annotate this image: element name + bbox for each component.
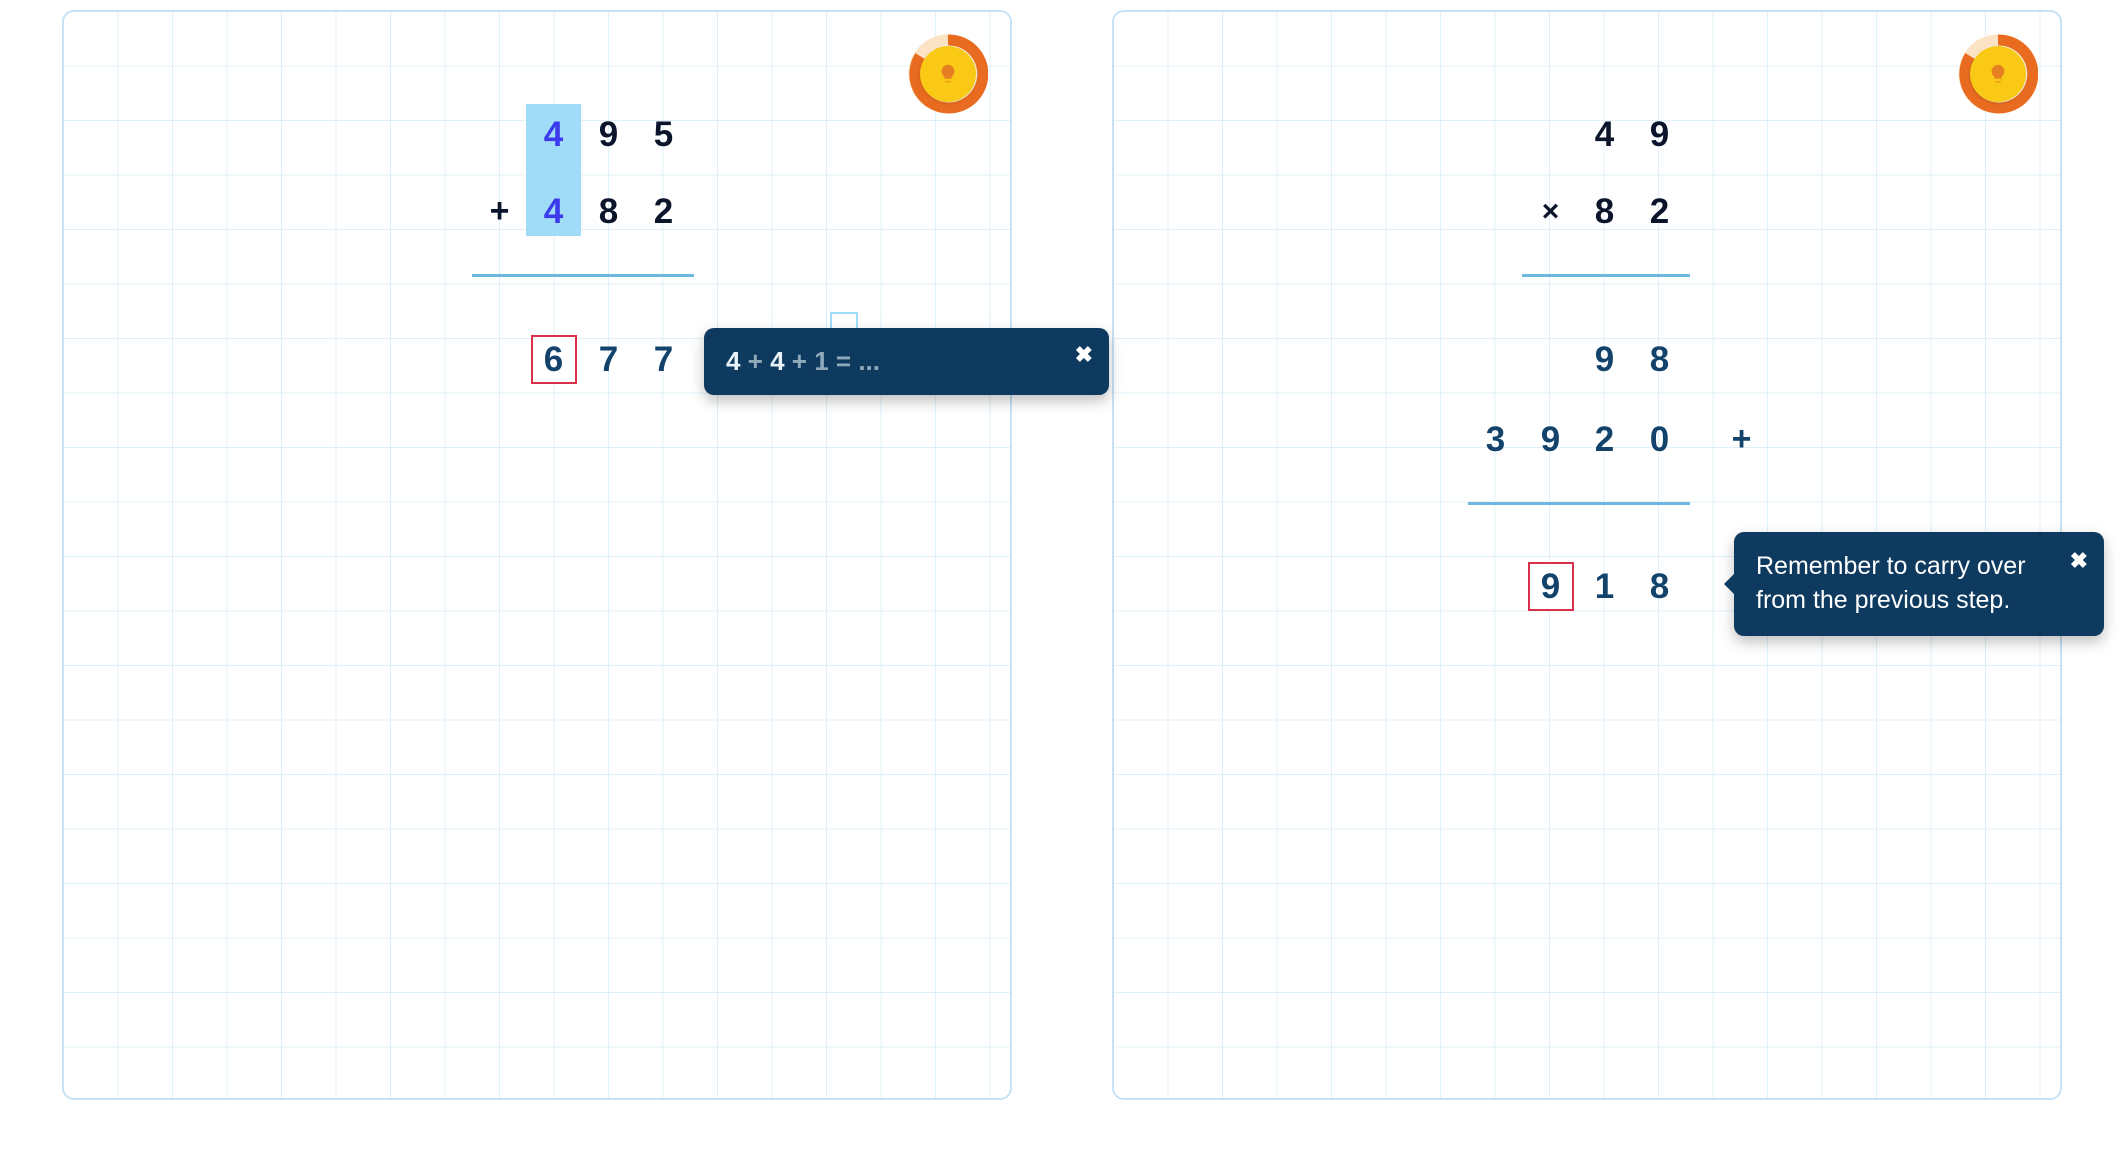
partial2-thousands: 3 xyxy=(1468,412,1523,467)
operand1-hundreds: 4 xyxy=(526,107,581,162)
multiplicand-tens: 4 xyxy=(1577,107,1632,162)
multiplication-panel: 4 9 × 8 2 9 8 3 9 2 0 + 9 1 8 Remember t… xyxy=(1112,10,2062,1100)
close-icon[interactable]: ✖ xyxy=(2070,546,2088,576)
multiplier-tens: 8 xyxy=(1577,184,1632,239)
close-icon[interactable]: ✖ xyxy=(1075,342,1093,368)
addition-rule xyxy=(472,274,694,277)
operand1-tens: 9 xyxy=(581,107,636,162)
answer-hundreds-value: 6 xyxy=(526,332,581,387)
answer-ones: 7 xyxy=(636,332,691,387)
answer-tens: 7 xyxy=(581,332,636,387)
hint-tooltip: Remember to carry over from the previous… xyxy=(1734,532,2104,636)
partial2-hundreds: 9 xyxy=(1523,412,1578,467)
times-operator: × xyxy=(1523,184,1578,239)
partial1-tens: 9 xyxy=(1577,332,1632,387)
answer-ones: 8 xyxy=(1632,559,1687,614)
operand2-ones: 2 xyxy=(636,184,691,239)
answer-tens: 1 xyxy=(1577,559,1632,614)
answer-hundreds-value: 9 xyxy=(1523,559,1578,614)
hint-tooltip: 4 + 4 + 1 = ... ✖ xyxy=(704,328,1109,395)
operand1-ones: 5 xyxy=(636,107,691,162)
hint-button[interactable] xyxy=(1958,34,2038,114)
plus-operator: + xyxy=(472,184,527,239)
partial-plus: + xyxy=(1714,412,1769,467)
partial2-ones: 0 xyxy=(1632,412,1687,467)
operand2-tens: 8 xyxy=(581,184,636,239)
lightbulb-icon xyxy=(1987,63,2009,85)
operand2-hundreds: 4 xyxy=(526,184,581,239)
multiplicand-ones: 9 xyxy=(1632,107,1687,162)
multiply-rule-2 xyxy=(1468,502,1690,505)
addition-panel: 4 9 5 + 4 8 2 6 7 7 4 + 4 + 1 = ... ✖ xyxy=(62,10,1012,1100)
partial1-ones: 8 xyxy=(1632,332,1687,387)
partial2-tens: 2 xyxy=(1577,412,1632,467)
multiplier-ones: 2 xyxy=(1632,184,1687,239)
multiply-rule-1 xyxy=(1522,274,1690,277)
lightbulb-icon xyxy=(937,63,959,85)
hint-button[interactable] xyxy=(908,34,988,114)
